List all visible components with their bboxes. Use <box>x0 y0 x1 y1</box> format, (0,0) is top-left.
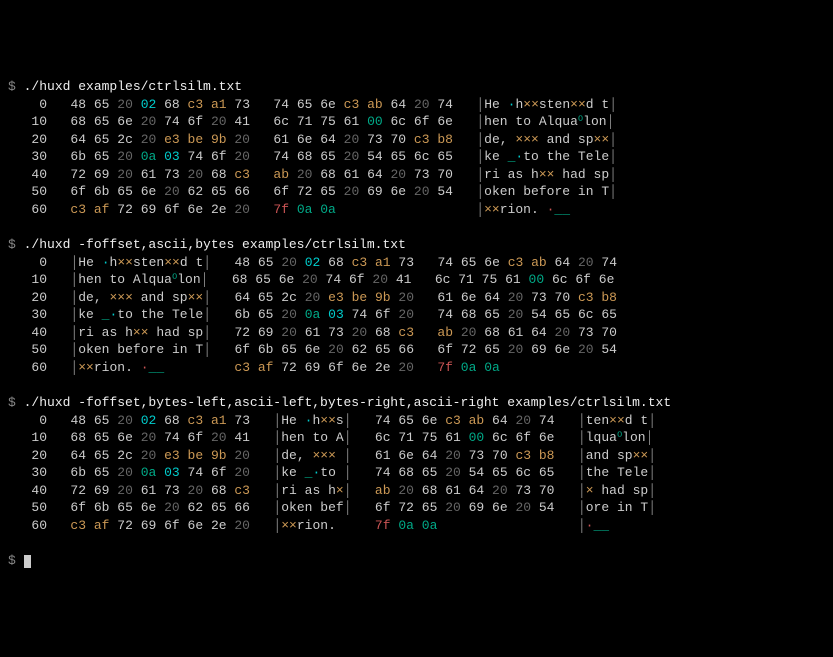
cursor[interactable] <box>24 555 31 568</box>
command-1: ./huxd examples/ctrlsilm.txt <box>24 79 242 94</box>
shell-prompt: $ <box>8 553 24 568</box>
shell-prompt: $ <box>8 237 24 252</box>
shell-prompt: $ <box>8 79 24 94</box>
terminal-output: $ ./huxd examples/ctrlsilm.txt 0 48 65 2… <box>8 78 825 569</box>
command-3: ./huxd -foffset,bytes-left,ascii-left,by… <box>24 395 672 410</box>
shell-prompt: $ <box>8 395 24 410</box>
command-2: ./huxd -foffset,ascii,bytes examples/ctr… <box>24 237 406 252</box>
